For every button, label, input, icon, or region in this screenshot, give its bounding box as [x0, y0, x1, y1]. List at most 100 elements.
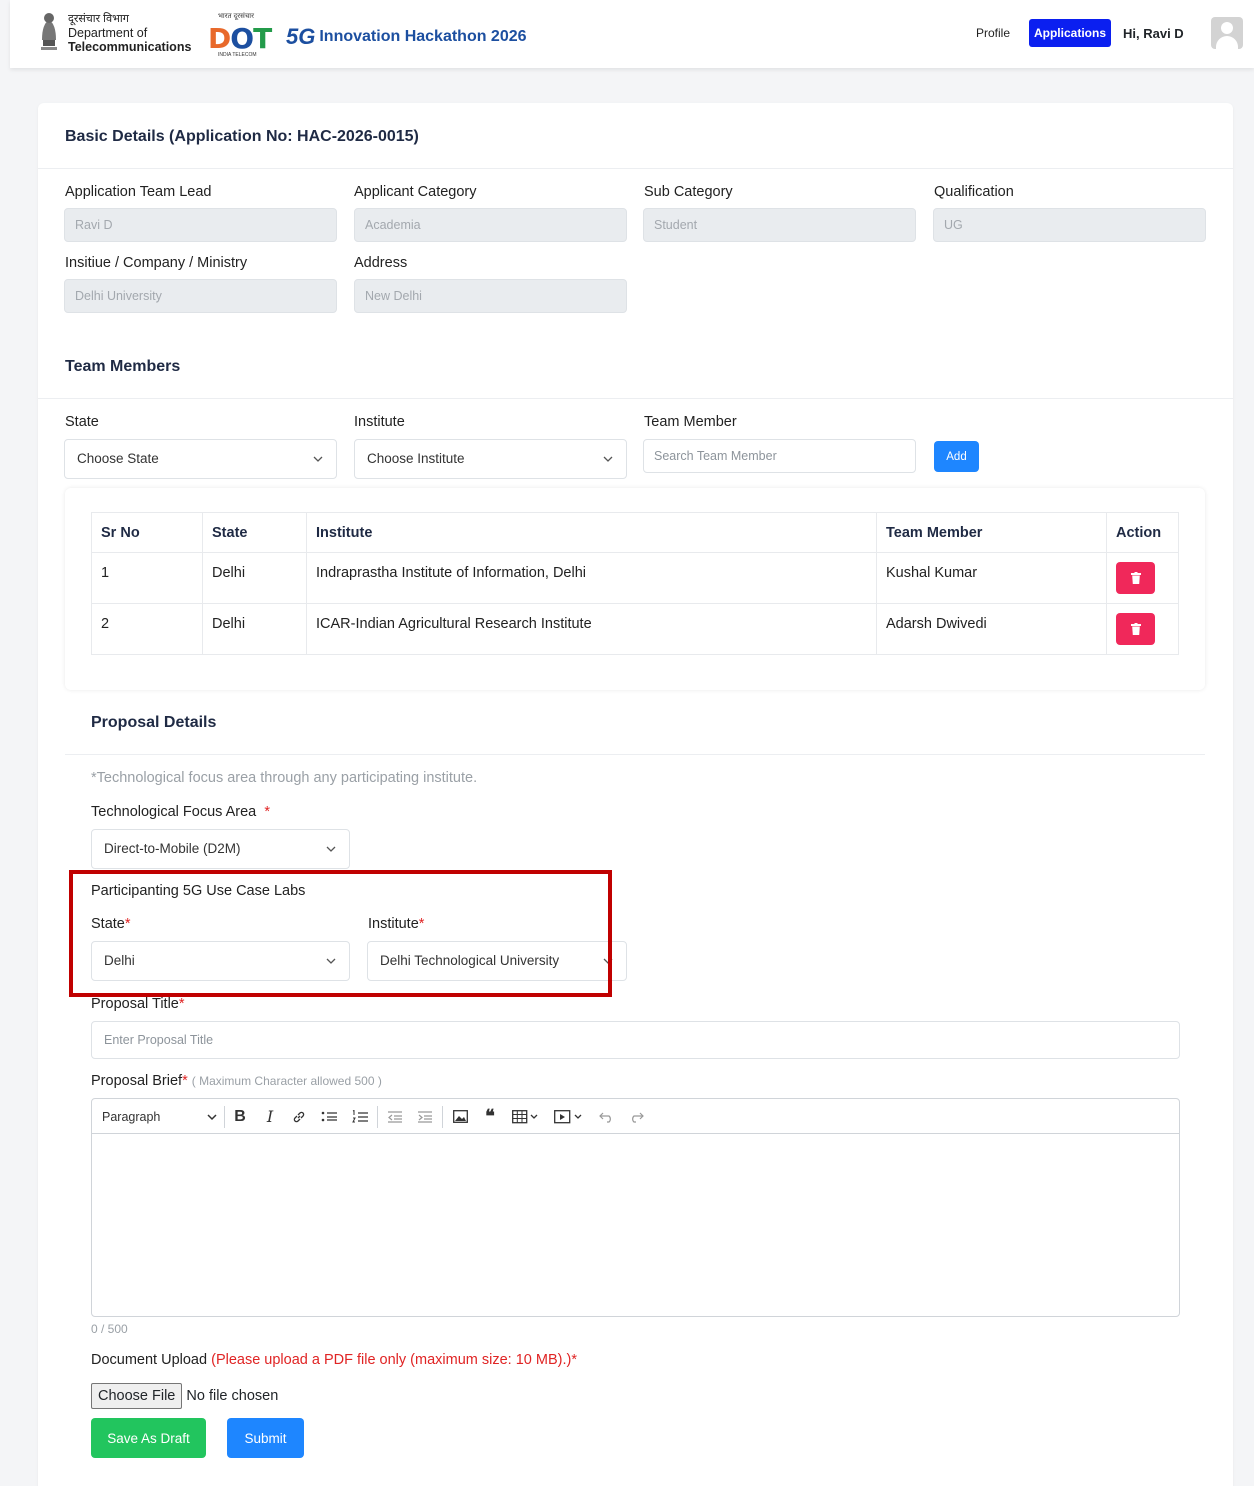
dot-department-logo[interactable]: दूरसंचार विभाग Department of Telecommuni… [38, 10, 191, 54]
table-row: 1 Delhi Indraprastha Institute of Inform… [91, 552, 1179, 604]
document-upload-label-text: Document Upload [91, 1352, 208, 1368]
hackathon-title: 5G Innovation Hackathon 2026 [286, 24, 527, 50]
cell-action [1106, 552, 1179, 604]
divider [38, 398, 1233, 399]
column-header-state: State [202, 512, 307, 553]
basic-details-title: Basic Details (Application No: HAC-2026-… [65, 128, 419, 145]
column-header-institute: Institute [306, 512, 877, 553]
proposal-brief-label: Proposal Brief* ( Maximum Character allo… [91, 1073, 382, 1089]
choose-file-button[interactable]: Choose File [91, 1383, 183, 1409]
divider [65, 754, 1205, 755]
institute-company-field[interactable]: Delhi University [64, 279, 337, 313]
numbered-list-icon[interactable] [349, 1099, 371, 1134]
insert-media-icon[interactable] [551, 1099, 587, 1134]
sub-category-label: Sub Category [644, 184, 733, 200]
chevron-down-icon [603, 456, 613, 462]
institute-company-label: Insitiue / Company / Ministry [65, 255, 248, 271]
department-name-hindi: दूरसंचार विभाग [68, 13, 129, 25]
block-quote-icon[interactable]: ❝ [479, 1099, 501, 1134]
team-lead-field[interactable]: Ravi D [64, 208, 337, 242]
brand-subtitle: INDIA TELECOM [218, 52, 257, 58]
indent-icon[interactable] [414, 1099, 436, 1134]
add-member-button[interactable]: Add [934, 441, 979, 472]
address-label: Address [354, 255, 408, 271]
editor-content-area[interactable] [92, 1134, 1179, 1316]
bulleted-list-icon[interactable] [318, 1099, 340, 1134]
submit-button[interactable]: Submit [227, 1418, 304, 1458]
brand-hindi-text: भारत दूरसंचार [218, 13, 254, 20]
proposal-brief-label-text: Proposal Brief [91, 1073, 183, 1089]
qualification-field[interactable]: UG [933, 208, 1206, 242]
proposal-title-label: Proposal Title* [91, 996, 185, 1012]
application-form-card: Basic Details (Application No: HAC-2026-… [38, 103, 1233, 1486]
chevron-down-icon [313, 456, 323, 462]
team-member-label: Team Member [644, 414, 737, 430]
column-header-action: Action [1106, 512, 1179, 553]
team-members-table-container: Sr No State Institute Team Member Action… [65, 488, 1205, 690]
proposal-brief-editor[interactable]: Paragraph B I ❝ [91, 1098, 1180, 1317]
team-members-table: Sr No State Institute Team Member Action… [91, 512, 1179, 655]
link-icon[interactable] [288, 1099, 310, 1134]
cell-team-member: Adarsh Dwivedi [876, 603, 1107, 655]
user-avatar[interactable] [1211, 17, 1243, 49]
applicant-category-field[interactable]: Academia [354, 208, 627, 242]
toolbar-separator [224, 1106, 225, 1128]
required-mark: * [264, 804, 270, 820]
delete-member-button[interactable] [1116, 562, 1155, 594]
file-upload-input[interactable]: Choose File No file chosen [91, 1383, 278, 1409]
upload-hint: (Please upload a PDF file only (maximum … [211, 1352, 572, 1368]
chevron-down-icon [207, 1113, 217, 1120]
nav-applications-link[interactable]: Applications [1029, 19, 1111, 47]
top-header: दूरसंचार विभाग Department of Telecommuni… [10, 0, 1254, 68]
team-member-search-input[interactable]: Search Team Member [643, 439, 916, 473]
redo-icon[interactable] [625, 1099, 647, 1134]
delete-member-button[interactable] [1116, 613, 1155, 645]
chevron-down-icon [326, 846, 336, 852]
insert-table-icon[interactable] [509, 1099, 543, 1134]
team-lead-label: Application Team Lead [65, 184, 212, 200]
nav-profile-link[interactable]: Profile [976, 26, 1010, 40]
save-as-draft-button[interactable]: Save As Draft [91, 1418, 206, 1458]
team-institute-select-value: Choose Institute [367, 451, 465, 466]
focus-area-select-value: Direct-to-Mobile (D2M) [104, 841, 241, 856]
proposal-details-title: Proposal Details [91, 714, 217, 731]
dot-india-telecom-logo: भारत दूरसंचार DOT INDIA TELECOM [202, 10, 272, 58]
cell-action [1106, 603, 1179, 655]
outdent-icon[interactable] [384, 1099, 406, 1134]
trash-icon [1130, 623, 1141, 635]
cell-state: Delhi [202, 603, 307, 655]
required-mark: * [571, 1352, 577, 1368]
proposal-brief-hint: ( Maximum Character allowed 500 ) [191, 1074, 382, 1088]
divider [38, 168, 1233, 169]
user-greeting: Hi, Ravi D [1123, 26, 1184, 41]
address-field[interactable]: New Delhi [354, 279, 627, 313]
proposal-title-input[interactable]: Enter Proposal Title [91, 1021, 1180, 1059]
document-upload-label: Document Upload (Please upload a PDF fil… [91, 1352, 577, 1368]
applicant-category-label: Applicant Category [354, 184, 477, 200]
insert-image-icon[interactable] [449, 1099, 471, 1134]
qualification-label: Qualification [934, 184, 1014, 200]
team-state-label: State [65, 414, 99, 430]
table-header-row: Sr No State Institute Team Member Action [91, 512, 1179, 553]
team-members-title: Team Members [65, 358, 181, 375]
team-institute-select[interactable]: Choose Institute [354, 439, 627, 479]
bold-icon[interactable]: B [229, 1099, 251, 1134]
editor-toolbar: Paragraph B I ❝ [92, 1099, 1179, 1134]
annotation-highlight-box [69, 870, 612, 997]
sub-category-field[interactable]: Student [643, 208, 916, 242]
hackathon-name: Innovation Hackathon 2026 [319, 28, 527, 45]
required-mark: * [178, 996, 185, 1012]
file-status-text: No file chosen [186, 1388, 279, 1404]
toolbar-separator [377, 1106, 378, 1128]
paragraph-style-value: Paragraph [102, 1109, 161, 1124]
italic-icon[interactable]: I [259, 1099, 281, 1134]
focus-area-select[interactable]: Direct-to-Mobile (D2M) [91, 829, 350, 869]
team-state-select[interactable]: Choose State [64, 439, 337, 479]
focus-area-label-text: Technological Focus Area [91, 804, 257, 820]
hackathon-5g-mark: 5G [286, 24, 316, 49]
focus-area-note: *Technological focus area through any pa… [91, 770, 478, 786]
paragraph-style-dropdown[interactable]: Paragraph [102, 1099, 217, 1134]
undo-icon[interactable] [595, 1099, 617, 1134]
proposal-title-label-text: Proposal Title [91, 996, 179, 1012]
department-name: दूरसंचार विभाग Department of Telecommuni… [68, 12, 191, 54]
